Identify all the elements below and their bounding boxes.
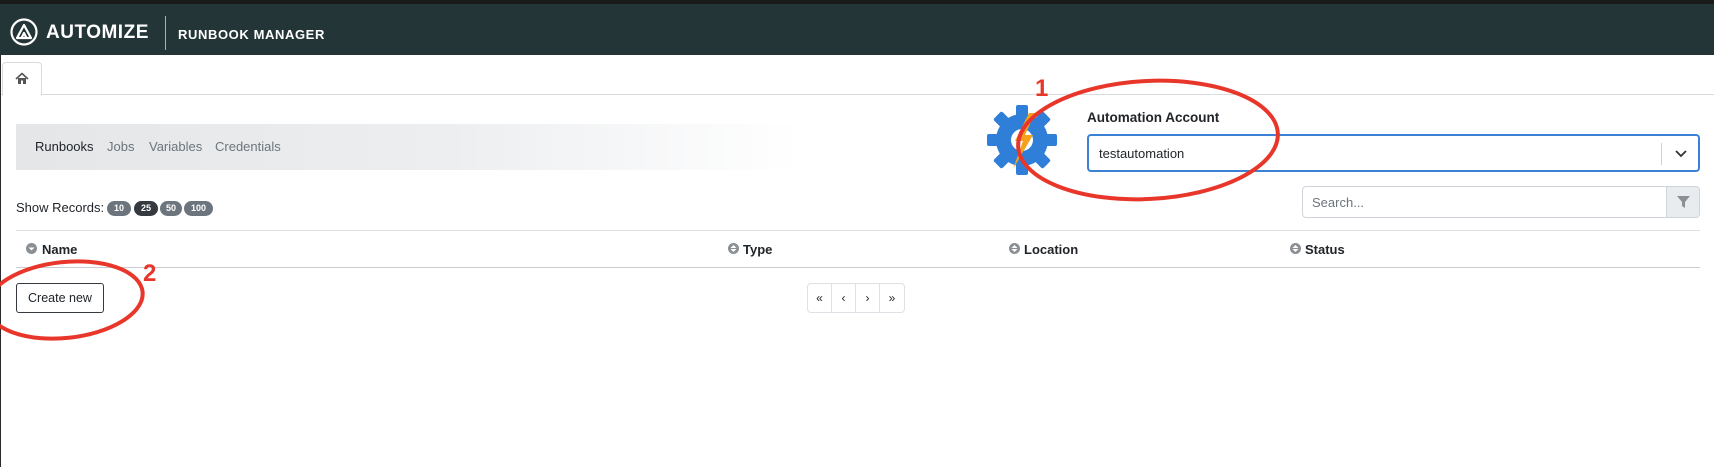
annotation-number-1: 1 — [1035, 75, 1049, 102]
annotation-overlay — [0, 78, 1280, 341]
annotation-circle-2 — [0, 259, 145, 341]
annotation-number-2: 2 — [143, 260, 157, 287]
annotation-circle-1 — [1016, 78, 1280, 202]
